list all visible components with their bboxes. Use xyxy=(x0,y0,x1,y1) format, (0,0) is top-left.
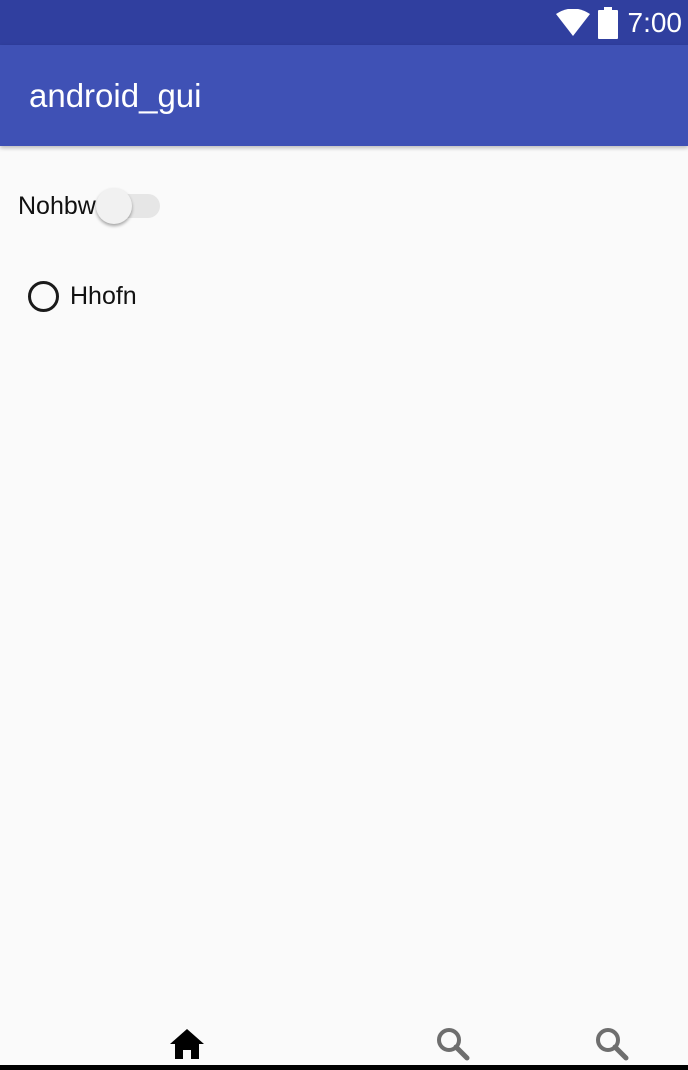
search-icon xyxy=(596,1028,629,1061)
system-nav-bar-edge xyxy=(0,1065,688,1070)
hhofn-radio-button[interactable] xyxy=(28,280,59,312)
battery-icon xyxy=(597,6,618,39)
search-icon xyxy=(437,1028,470,1061)
nohbw-switch-row[interactable]: Nohbw xyxy=(18,186,162,226)
nav-search-button-1[interactable] xyxy=(430,1024,476,1064)
bottom-navigation xyxy=(0,1024,688,1070)
status-time: 7:00 xyxy=(627,7,683,38)
app-title: android_gui xyxy=(29,77,202,114)
status-bar: 7:00 xyxy=(0,0,688,45)
switch-thumb[interactable] xyxy=(95,188,132,224)
screen: 7:00 android_gui Nohbw Hhofn xyxy=(0,0,688,1070)
nohbw-switch[interactable] xyxy=(95,186,162,226)
hhofn-radio-row[interactable]: Hhofn xyxy=(28,277,137,315)
nav-search-button-2[interactable] xyxy=(589,1024,635,1064)
switch-label: Nohbw xyxy=(18,191,96,220)
nav-home-button[interactable] xyxy=(164,1024,210,1064)
status-icons: 7:00 xyxy=(555,0,683,45)
app-bar: android_gui xyxy=(0,45,688,146)
home-icon xyxy=(170,1029,204,1059)
wifi-icon xyxy=(555,8,590,36)
radio-label: Hhofn xyxy=(70,281,137,310)
